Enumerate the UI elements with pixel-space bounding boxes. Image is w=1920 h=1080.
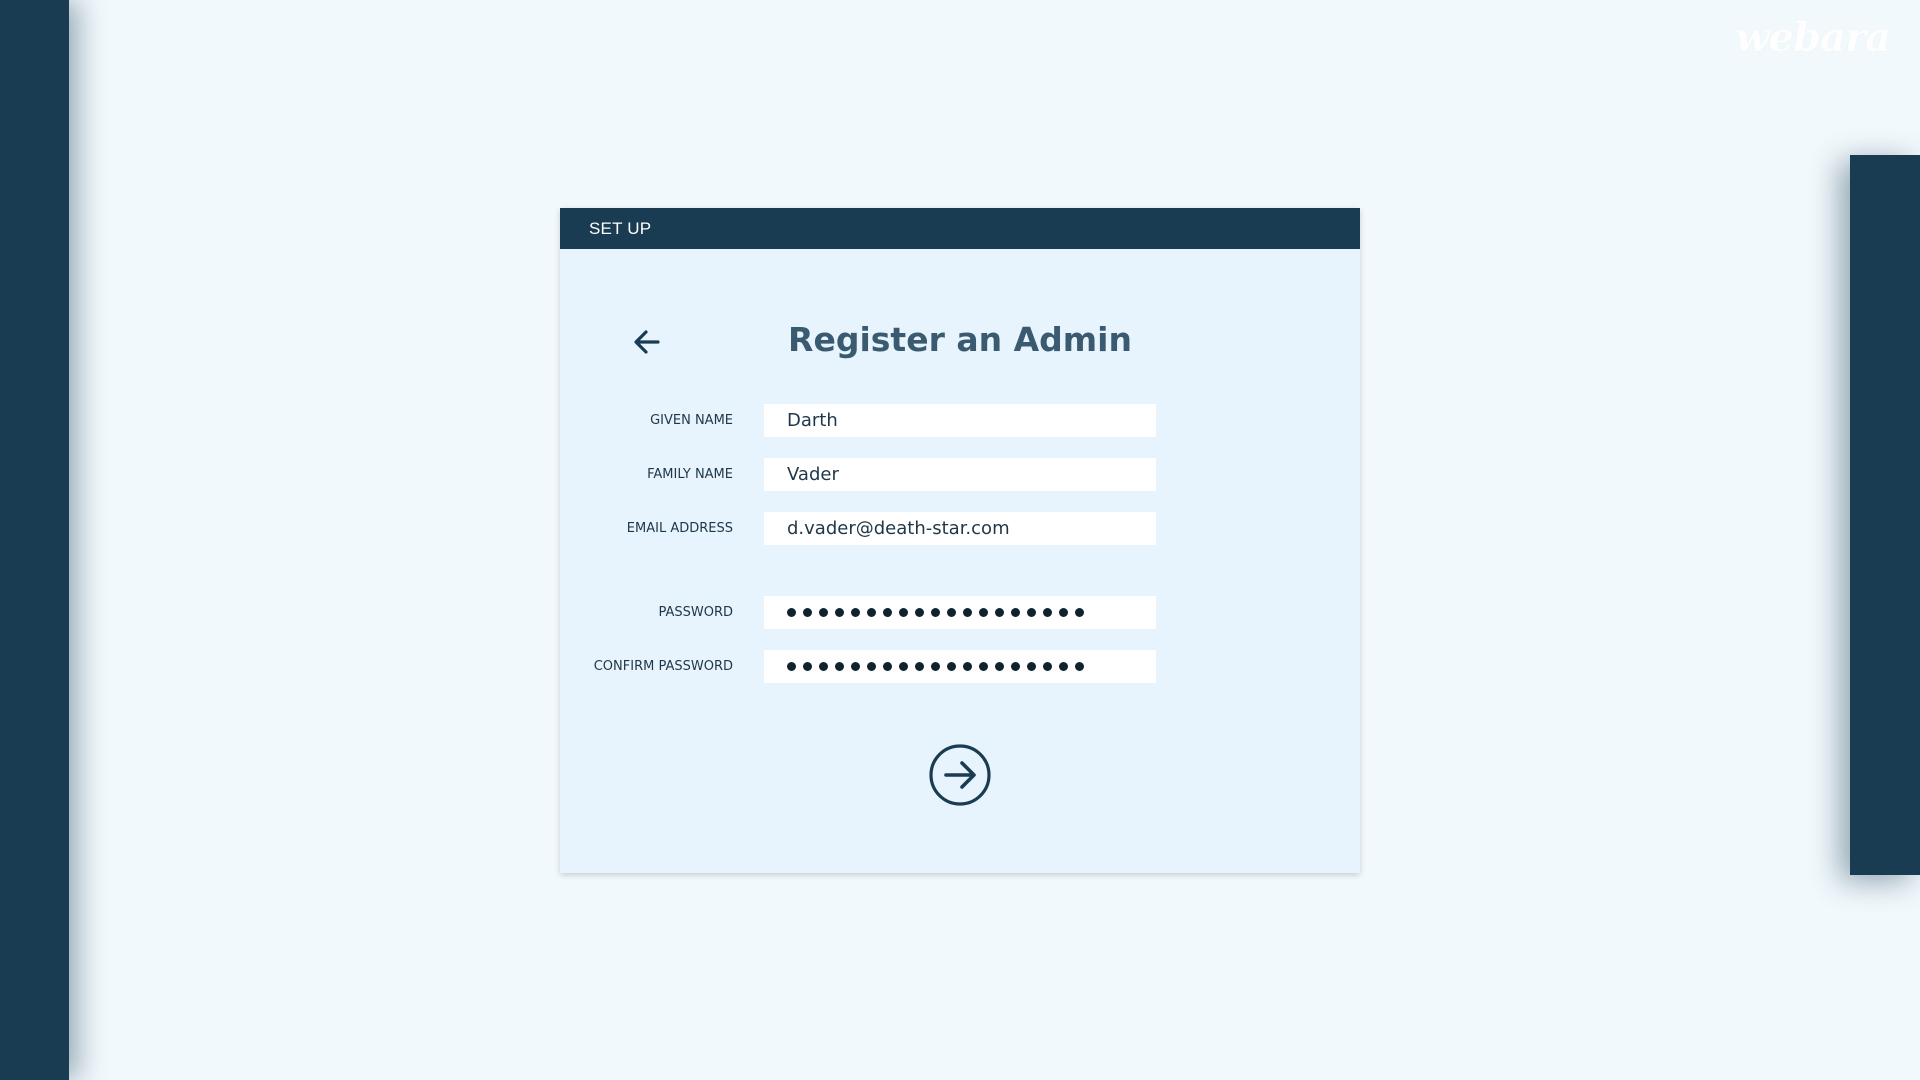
confirm-password-row: CONFIRM PASSWORD (560, 650, 1360, 683)
password-dot (787, 608, 796, 617)
password-dot (1027, 608, 1036, 617)
left-side-panel (0, 0, 69, 1080)
next-button[interactable] (928, 743, 992, 807)
email-row: EMAIL ADDRESS (560, 512, 1360, 545)
webara-watermark: webara (1735, 14, 1891, 61)
password-dot (1043, 608, 1052, 617)
password-dot (851, 662, 860, 671)
password-dot (979, 662, 988, 671)
confirm-password-label: CONFIRM PASSWORD (593, 659, 733, 674)
password-dot (899, 662, 908, 671)
password-dot (835, 662, 844, 671)
password-dot (1059, 662, 1068, 671)
password-dot (995, 662, 1004, 671)
right-side-panel (1850, 155, 1920, 875)
password-dot (819, 608, 828, 617)
password-dot (1027, 662, 1036, 671)
password-dot (867, 608, 876, 617)
password-dot (883, 608, 892, 617)
password-dot (803, 662, 812, 671)
password-dot (947, 608, 956, 617)
password-dot (995, 608, 1004, 617)
password-dot (899, 608, 908, 617)
family-name-input[interactable] (764, 458, 1156, 491)
password-dot (963, 608, 972, 617)
given-name-label: GIVEN NAME (650, 413, 733, 428)
password-dot (1011, 608, 1020, 617)
password-dot (1075, 608, 1084, 617)
setup-dialog: SET UP Register an Admin GIVEN NAME FAMI… (560, 208, 1360, 873)
password-dot (963, 662, 972, 671)
password-dot (835, 608, 844, 617)
family-name-label: FAMILY NAME (647, 467, 733, 482)
email-label: EMAIL ADDRESS (626, 521, 733, 536)
password-dot (1011, 662, 1020, 671)
password-dot (931, 662, 940, 671)
password-row: PASSWORD (560, 596, 1360, 629)
family-name-row: FAMILY NAME (560, 458, 1360, 491)
email-input[interactable] (764, 512, 1156, 545)
password-dot (931, 608, 940, 617)
password-mask (787, 608, 1084, 617)
password-dot (947, 662, 956, 671)
password-dot (883, 662, 892, 671)
password-dot (915, 662, 924, 671)
dialog-header: SET UP (560, 208, 1360, 249)
password-dot (1059, 608, 1068, 617)
password-label: PASSWORD (658, 605, 733, 620)
password-dot (851, 608, 860, 617)
confirm-password-mask (787, 662, 1084, 671)
password-dot (1075, 662, 1084, 671)
given-name-input[interactable] (764, 404, 1156, 437)
given-name-row: GIVEN NAME (560, 404, 1360, 437)
password-dot (1043, 662, 1052, 671)
arrow-right-circle-icon (929, 744, 991, 806)
password-dot (819, 662, 828, 671)
password-dot (979, 608, 988, 617)
password-dot (915, 608, 924, 617)
password-dot (787, 662, 796, 671)
password-dot (803, 608, 812, 617)
dialog-header-title: SET UP (589, 219, 652, 238)
page-title: Register an Admin (788, 320, 1132, 359)
password-dot (867, 662, 876, 671)
